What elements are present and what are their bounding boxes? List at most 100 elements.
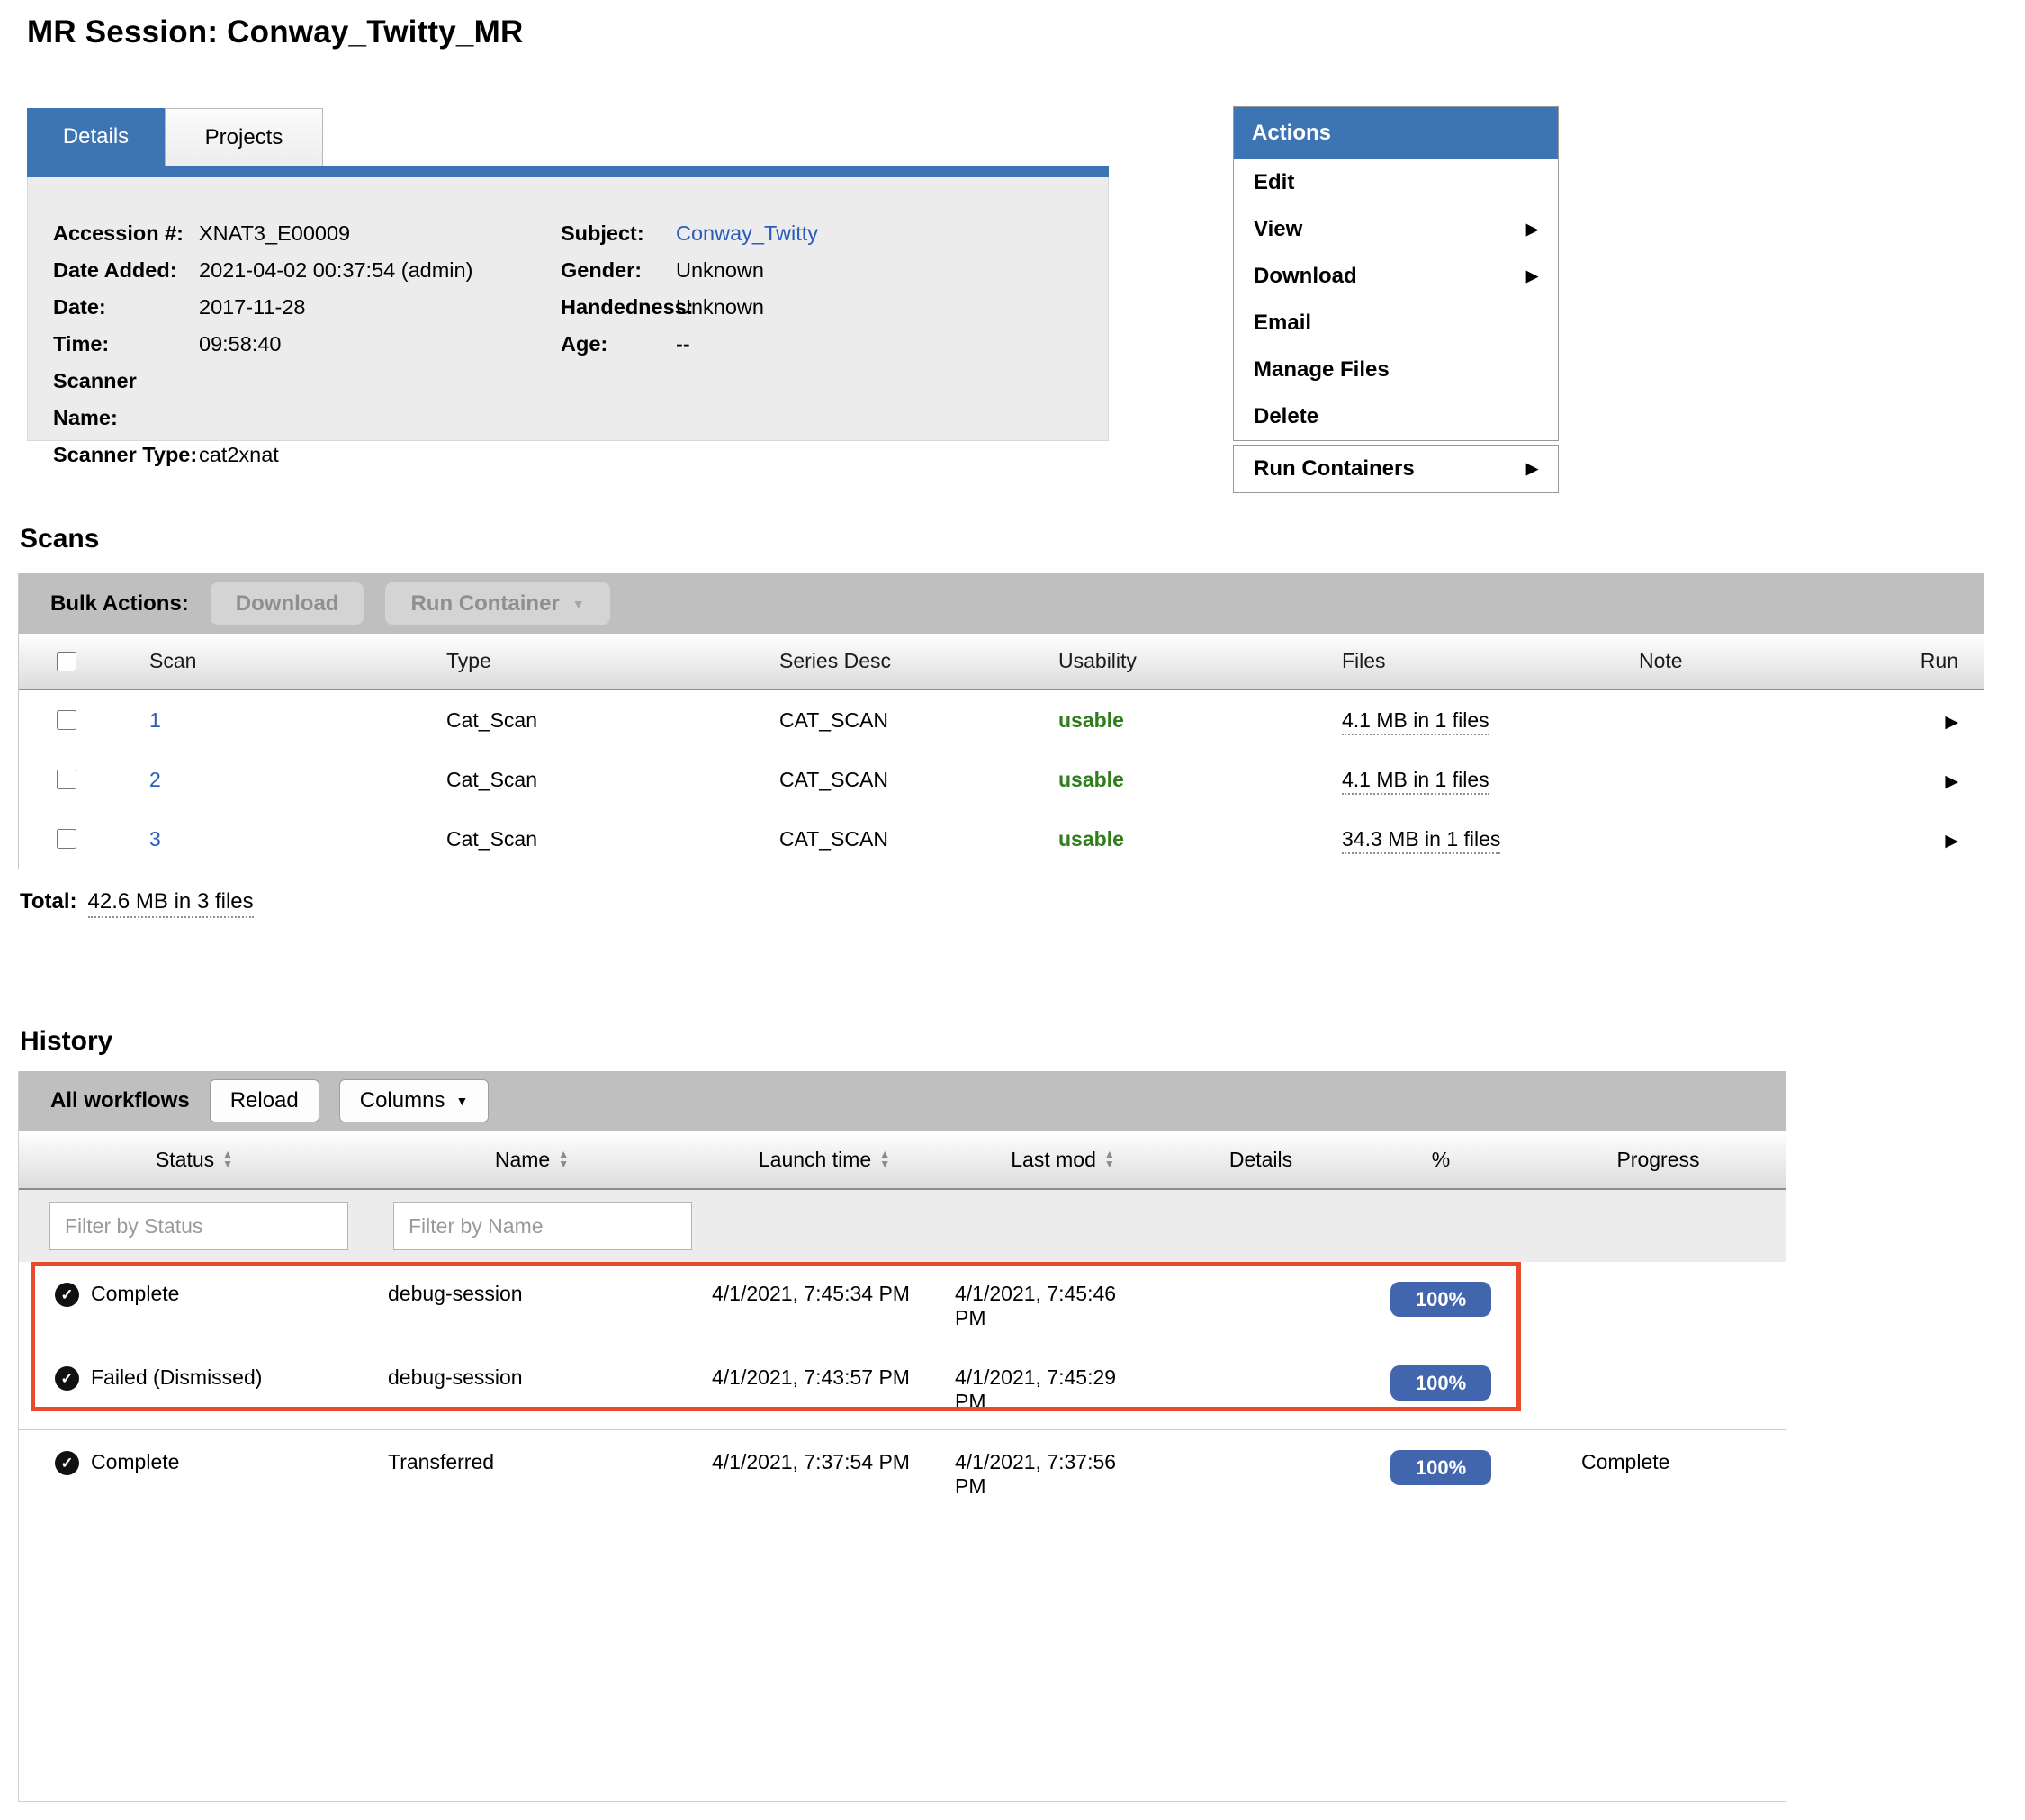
col-label: Details [1229, 1148, 1292, 1172]
field-label: Scanner Type: [53, 437, 199, 473]
history-col-progress: Progress [1531, 1148, 1786, 1172]
chevron-down-icon: ▼ [572, 597, 585, 611]
last-mod: 4/1/2021, 7:37:56 PM [955, 1430, 1171, 1499]
action-label: Run Containers [1254, 456, 1415, 482]
percent-badge: 100% [1390, 1450, 1491, 1485]
history-col-status[interactable]: Status ▲▼ [19, 1148, 370, 1172]
last-mod: 4/1/2021, 7:45:29 PM [955, 1346, 1171, 1414]
run-scan-icon[interactable]: ▶ [1945, 772, 1958, 791]
bulk-run-container-button[interactable]: Run Container ▼ [385, 582, 609, 625]
field-date: Date: 2017-11-28 [53, 289, 539, 326]
last-mod: 4/1/2021, 7:45:46 PM [955, 1262, 1171, 1330]
bulk-download-button[interactable]: Download [211, 582, 364, 625]
field-time: Time: 09:58:40 [53, 326, 539, 363]
history-col-percent: % [1351, 1148, 1531, 1172]
field-label: Accession #: [53, 215, 199, 252]
history-col-name[interactable]: Name ▲▼ [370, 1148, 694, 1172]
action-label: Delete [1254, 404, 1318, 429]
field-value: 09:58:40 [199, 326, 281, 363]
history-heading: History [20, 1026, 112, 1057]
workflow-name: debug-session [370, 1346, 694, 1390]
progress-cell [1531, 1262, 1786, 1282]
scan-checkbox[interactable] [57, 710, 76, 730]
select-all-checkbox[interactable] [57, 652, 76, 671]
session-details-panel: Accession #: XNAT3_E00009 Date Added: 20… [27, 177, 1109, 441]
scan-id-link[interactable]: 1 [149, 708, 161, 732]
scan-files-link[interactable]: 4.1 MB in 1 files [1342, 708, 1490, 735]
history-filter-row [19, 1190, 1786, 1262]
scans-table-header: Scan Type Series Desc Usability Files No… [19, 634, 1984, 690]
progress-cell [1531, 1346, 1786, 1365]
submenu-arrow-icon: ▶ [1526, 460, 1538, 478]
scan-checkbox[interactable] [57, 829, 76, 849]
all-workflows-label: All workflows [50, 1088, 190, 1113]
sort-icon: ▲▼ [1104, 1149, 1115, 1169]
columns-button[interactable]: Columns ▼ [339, 1079, 490, 1122]
scans-bulk-actions-bar: Bulk Actions: Download Run Container ▼ [19, 573, 1984, 634]
col-label: Last mod [1011, 1148, 1096, 1172]
history-rows: ✓ Complete debug-session 4/1/2021, 7:45:… [19, 1262, 1786, 1516]
reload-button[interactable]: Reload [210, 1079, 320, 1122]
status-check-icon: ✓ [55, 1366, 79, 1391]
bulk-run-container-label: Run Container [410, 591, 559, 617]
launch-time: 4/1/2021, 7:37:54 PM [694, 1430, 955, 1474]
actions-menu: Actions Edit View ▶ Download ▶ Email Man… [1233, 106, 1559, 493]
field-label: Time: [53, 326, 199, 363]
history-panel: All workflows Reload Columns ▼ Status ▲▼… [18, 1071, 1786, 1802]
run-scan-icon[interactable]: ▶ [1945, 832, 1958, 851]
history-col-details: Details [1171, 1148, 1351, 1172]
scan-usability: usable [1058, 708, 1124, 732]
history-col-launch-time[interactable]: Launch time ▲▼ [694, 1148, 955, 1172]
history-col-last-mod[interactable]: Last mod ▲▼ [955, 1148, 1171, 1172]
page-title: MR Session: Conway_Twitty_MR [27, 14, 523, 50]
total-files-link[interactable]: 42.6 MB in 3 files [88, 889, 254, 918]
scans-col-scan: Scan [131, 649, 428, 673]
status-cell: ✓ Complete [19, 1262, 370, 1307]
field-label: Gender: [561, 252, 676, 289]
action-delete[interactable]: Delete [1234, 393, 1558, 440]
filter-status-input[interactable] [50, 1202, 348, 1250]
scan-id-link[interactable]: 2 [149, 768, 161, 791]
scan-id-link[interactable]: 3 [149, 827, 161, 851]
scan-type: Cat_Scan [428, 708, 761, 733]
action-manage-files[interactable]: Manage Files [1234, 347, 1558, 393]
field-gender: Gender: Unknown [561, 252, 1065, 289]
tab-details[interactable]: Details [27, 108, 165, 166]
subject-link[interactable]: Conway_Twitty [676, 215, 818, 252]
field-label: Handedness: [561, 289, 676, 326]
scans-panel: Bulk Actions: Download Run Container ▼ S… [18, 573, 1984, 869]
progress-cell: Complete [1531, 1430, 1786, 1474]
action-email[interactable]: Email [1234, 300, 1558, 347]
percent-badge: 100% [1390, 1365, 1491, 1401]
field-accession: Accession #: XNAT3_E00009 [53, 215, 539, 252]
total-label: Total: [20, 889, 77, 914]
field-label: Date Added: [53, 252, 199, 289]
scan-checkbox[interactable] [57, 770, 76, 789]
percent-badge: 100% [1390, 1282, 1491, 1317]
action-run-containers[interactable]: Run Containers ▶ [1234, 446, 1558, 492]
run-scan-icon[interactable]: ▶ [1945, 713, 1958, 732]
history-toolbar: All workflows Reload Columns ▼ [19, 1071, 1786, 1131]
action-edit[interactable]: Edit [1234, 159, 1558, 206]
submenu-arrow-icon: ▶ [1526, 267, 1538, 285]
tab-projects[interactable]: Projects [165, 108, 323, 166]
action-view[interactable]: View ▶ [1234, 206, 1558, 253]
scan-usability: usable [1058, 827, 1124, 851]
field-value: -- [676, 326, 690, 363]
filter-name-input[interactable] [393, 1202, 692, 1250]
field-value: 2021-04-02 00:37:54 (admin) [199, 252, 472, 289]
field-label: Subject: [561, 215, 676, 252]
field-subject: Subject: Conway_Twitty [561, 215, 1065, 252]
scan-type: Cat_Scan [428, 768, 761, 792]
scan-files-link[interactable]: 4.1 MB in 1 files [1342, 768, 1490, 795]
action-download[interactable]: Download ▶ [1234, 253, 1558, 300]
submenu-arrow-icon: ▶ [1526, 221, 1538, 239]
workflow-name: Transferred [370, 1430, 694, 1474]
tab-accent-strip [27, 166, 1109, 177]
field-scanner-name: Scanner Name: [53, 363, 539, 437]
scans-col-type: Type [428, 649, 761, 673]
scan-files-link[interactable]: 34.3 MB in 1 files [1342, 827, 1500, 854]
field-label: Scanner Name: [53, 363, 199, 437]
col-label: Progress [1616, 1148, 1699, 1172]
field-value: cat2xnat [199, 437, 279, 473]
